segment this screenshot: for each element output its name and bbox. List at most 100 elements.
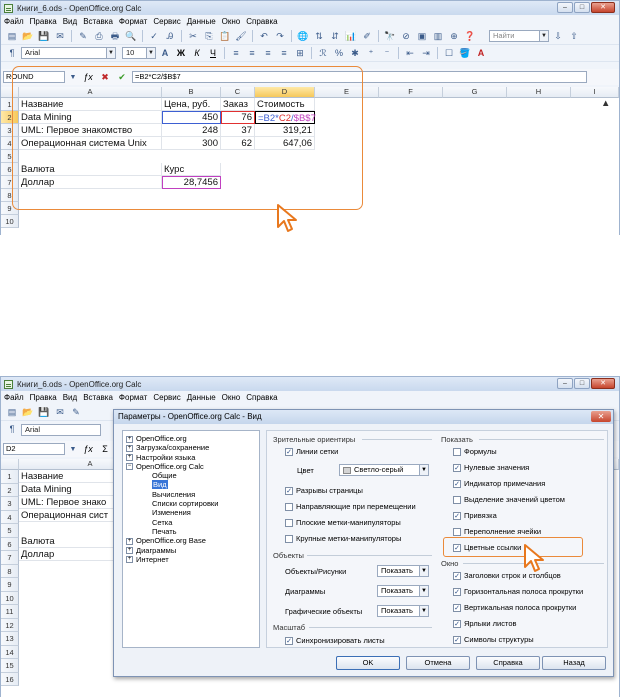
styles-icon[interactable]: ¶	[5, 47, 19, 60]
percent-icon[interactable]: %	[332, 47, 346, 60]
undo-icon[interactable]: ↶	[257, 30, 271, 43]
cancel-button[interactable]: Отмена	[406, 656, 470, 670]
remove-decimal-icon[interactable]: ⁻	[380, 47, 394, 60]
copy-icon[interactable]: ⎘	[202, 30, 216, 43]
align-right-icon[interactable]: ≡	[261, 47, 275, 60]
add-decimal-icon[interactable]: ⁺	[364, 47, 378, 60]
help-button[interactable]: Справка	[476, 656, 540, 670]
tree-item[interactable]: Изменения	[126, 508, 256, 517]
row-header[interactable]: 16	[1, 672, 19, 686]
tree-expand-icon[interactable]: +	[126, 556, 133, 564]
spellcheck-icon[interactable]: ✓	[147, 30, 161, 43]
tree-item[interactable]: Списки сортировки	[126, 499, 256, 508]
menu-help[interactable]: Справка	[246, 393, 277, 402]
row-header[interactable]: 10	[1, 591, 19, 605]
open-icon[interactable]: 📂	[21, 30, 35, 43]
email-icon[interactable]: ✉	[53, 30, 67, 43]
tree-expand-icon[interactable]: +	[126, 547, 133, 555]
objects-images-select[interactable]: Показать ▼	[377, 565, 429, 577]
tree-item[interactable]: Общие	[126, 471, 256, 480]
cell-d2-editing[interactable]: =B2*C2/$B$7	[255, 111, 316, 124]
row-header[interactable]: 2	[1, 483, 19, 497]
cut-icon[interactable]: ✂	[186, 30, 200, 43]
text-overflow-checkbox[interactable]: Переполнение ячейки	[453, 527, 541, 536]
gallery-icon[interactable]: ▣	[415, 30, 429, 43]
name-box[interactable]: D2	[3, 443, 65, 455]
row-header[interactable]: 6	[1, 537, 19, 551]
column-header-h[interactable]: H	[507, 87, 571, 98]
chevron-down-icon[interactable]: ▼	[419, 465, 428, 475]
italic-icon[interactable]: К	[190, 47, 204, 60]
save-icon[interactable]: 💾	[37, 406, 51, 419]
find-combo[interactable]: Найти ▼	[489, 30, 549, 42]
autospell-icon[interactable]: Ꭿ	[163, 30, 177, 43]
menu-file[interactable]: Файл	[4, 17, 24, 26]
grid-lines-checkbox[interactable]: ✓ Линии сетки	[285, 447, 338, 456]
maximize-button[interactable]: □	[574, 378, 590, 389]
chart-icon[interactable]: 📊	[344, 30, 358, 43]
row-header[interactable]: 14	[1, 645, 19, 659]
menu-data[interactable]: Данные	[187, 393, 216, 402]
row-header[interactable]: 5	[1, 524, 19, 538]
sheet-tabs-checkbox[interactable]: ✓ Ярлыки листов	[453, 619, 516, 628]
number-format-icon[interactable]: ✱	[348, 47, 362, 60]
menu-file[interactable]: Файл	[4, 393, 24, 402]
borders-icon[interactable]: ☐	[442, 47, 456, 60]
close-button[interactable]: ✕	[591, 2, 615, 13]
menu-window[interactable]: Окно	[222, 17, 241, 26]
value-highlight-checkbox[interactable]: Выделение значений цветом	[453, 495, 565, 504]
column-header-f[interactable]: F	[379, 87, 443, 98]
row-header[interactable]: 8	[1, 564, 19, 578]
font-name-combo[interactable]: Arial ▼	[21, 47, 116, 59]
charts-select[interactable]: Показать ▼	[377, 585, 429, 597]
page-breaks-checkbox[interactable]: ✓ Разрывы страницы	[285, 486, 363, 495]
tree-expand-icon[interactable]: +	[126, 537, 133, 545]
minimize-button[interactable]: –	[557, 2, 573, 13]
edit-icon[interactable]: ✎	[76, 30, 90, 43]
row-header[interactable]: 15	[1, 659, 19, 673]
find-icon[interactable]: 🔭	[383, 30, 397, 43]
menu-window[interactable]: Окно	[222, 393, 241, 402]
row-header[interactable]: 10	[1, 215, 19, 228]
tree-item[interactable]: + OpenOffice.org	[126, 434, 256, 443]
styles-icon[interactable]: ¶	[5, 423, 19, 436]
menu-tools[interactable]: Сервис	[153, 393, 180, 402]
tree-expand-icon[interactable]: +	[126, 444, 133, 452]
dialog-close-button[interactable]: ✕	[591, 411, 611, 422]
chevron-down-icon[interactable]: ▼	[419, 586, 428, 596]
menu-format[interactable]: Формат	[119, 17, 147, 26]
vscroll-checkbox[interactable]: ✓ Вертикальная полоса прокрутки	[453, 603, 576, 612]
sort-asc-icon[interactable]: ⇅	[312, 30, 326, 43]
ok-button[interactable]: OK	[336, 656, 400, 670]
chevron-down-icon[interactable]: ▼	[106, 48, 115, 58]
edit-icon[interactable]: ✎	[69, 406, 83, 419]
large-handles-checkbox[interactable]: Крупные метки-манипуляторы	[285, 534, 401, 543]
chevron-down-icon[interactable]: ▼	[419, 566, 428, 576]
formulas-checkbox[interactable]: Формулы	[453, 447, 497, 456]
new-icon[interactable]: ▤	[5, 30, 19, 43]
tree-item[interactable]: Вычисления	[126, 490, 256, 499]
print-icon[interactable]: 🖶	[108, 30, 122, 43]
tree-item[interactable]: Вид	[126, 480, 256, 490]
menu-help[interactable]: Справка	[246, 17, 277, 26]
column-header-i[interactable]: I	[571, 87, 619, 98]
close-button[interactable]: ✕	[591, 378, 615, 389]
find-up-icon[interactable]: ⇧	[567, 30, 581, 43]
row-header[interactable]: 4	[1, 510, 19, 524]
tree-item[interactable]: Печать	[126, 527, 256, 536]
maximize-button[interactable]: □	[574, 2, 590, 13]
find-down-icon[interactable]: ⇩	[551, 30, 565, 43]
menu-insert[interactable]: Вставка	[83, 393, 113, 402]
merge-icon[interactable]: ⊞	[293, 47, 307, 60]
menu-edit[interactable]: Правка	[30, 393, 57, 402]
name-box-chevron-icon[interactable]: ▼	[68, 443, 78, 456]
function-wizard-icon[interactable]: ƒx	[81, 443, 95, 456]
chevron-down-icon[interactable]: ▼	[419, 606, 428, 616]
font-size-combo[interactable]: 10 ▼	[122, 47, 156, 59]
new-icon[interactable]: ▤	[5, 406, 19, 419]
tree-collapse-icon[interactable]: −	[126, 463, 133, 471]
menu-view[interactable]: Вид	[63, 17, 77, 26]
format-paintbrush-icon[interactable]: 🖌	[234, 30, 248, 43]
navigator-icon[interactable]: ⊘	[399, 30, 413, 43]
background-color-icon[interactable]: 🪣	[458, 47, 472, 60]
